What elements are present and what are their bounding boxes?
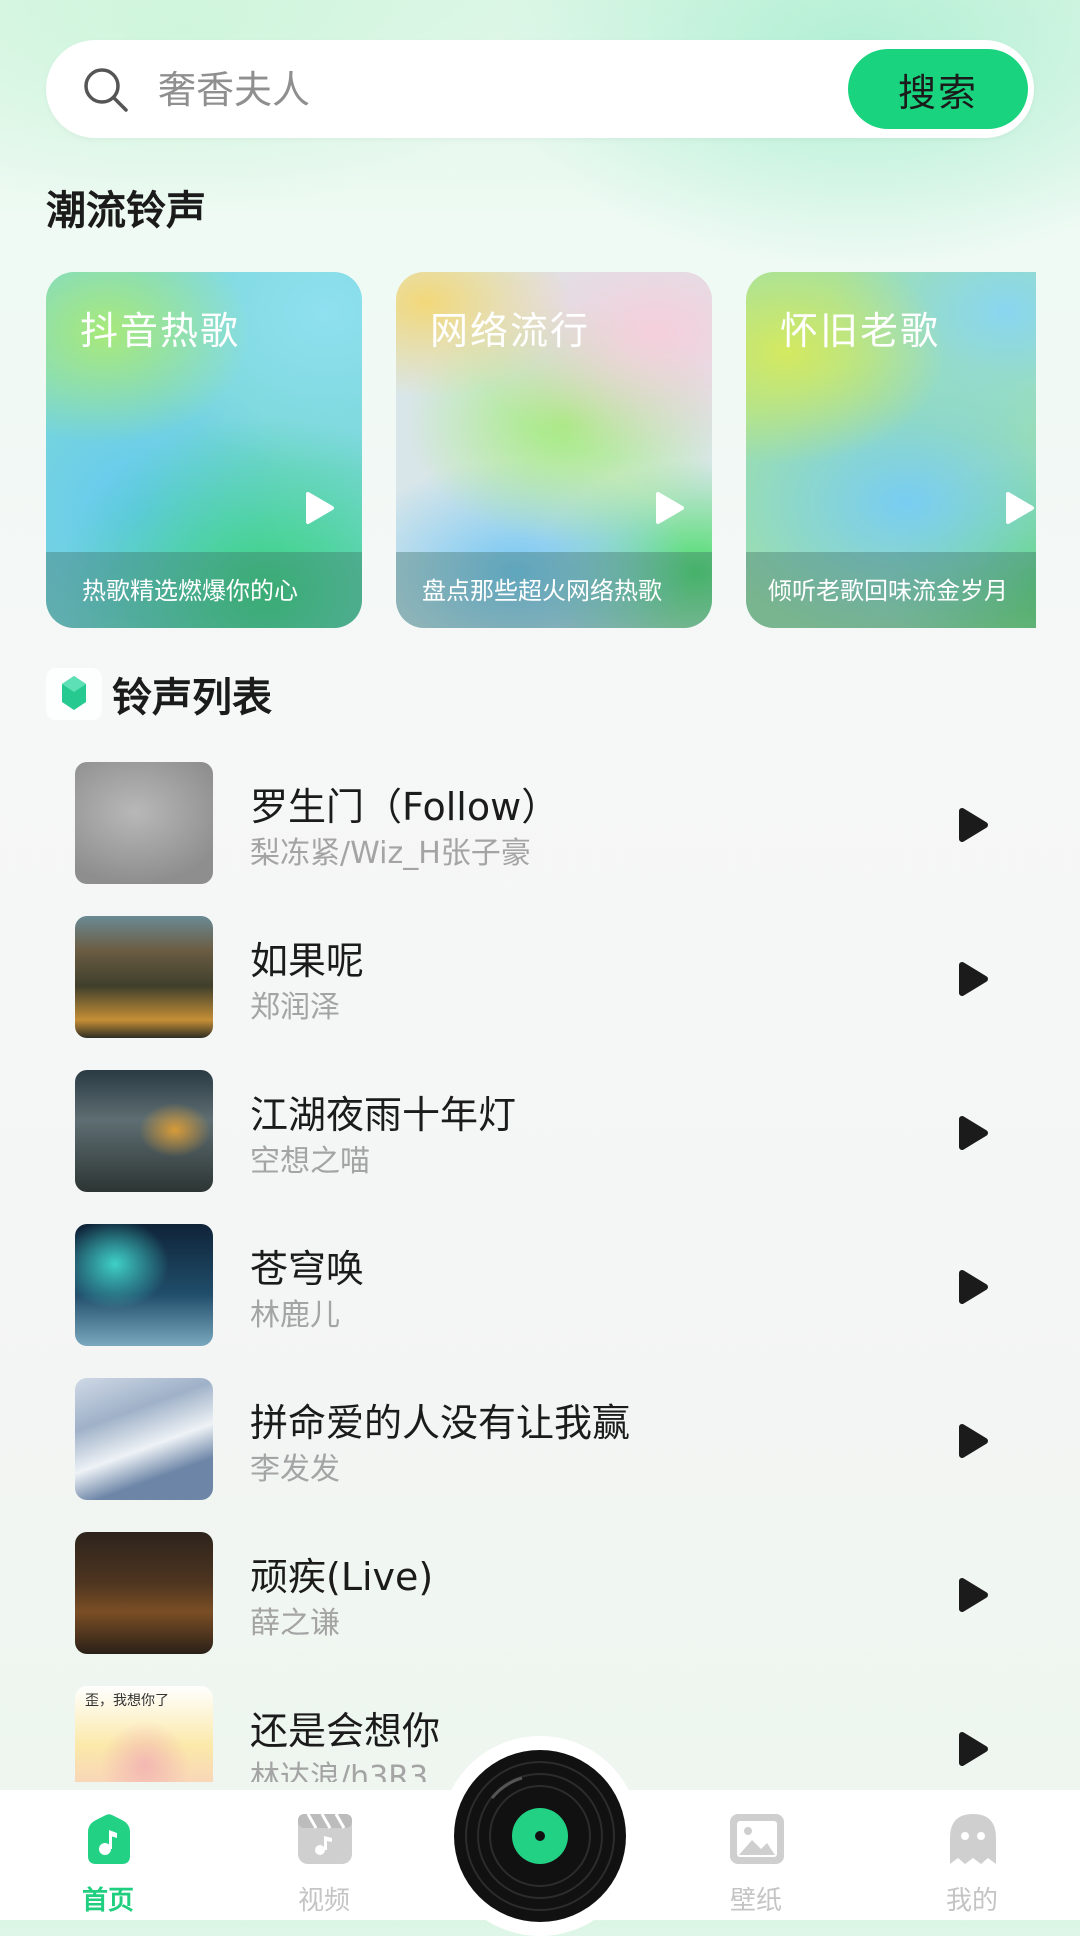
trending-section-title: 潮流铃声	[46, 188, 206, 234]
list-item[interactable]: 苍穹唤 林鹿儿	[0, 1224, 1080, 1348]
song-title: 还是会想你	[250, 1709, 441, 1753]
album-cover: 歪，我想你了	[75, 1686, 213, 1782]
nav-label: 视频	[297, 1886, 350, 1916]
list-item[interactable]: 江湖夜雨十年灯 空想之喵	[0, 1070, 1080, 1194]
song-artist: 郑润泽	[250, 990, 340, 1025]
nav-home[interactable]: 首页	[48, 1790, 168, 1920]
song-artist: 林鹿儿	[250, 1298, 340, 1333]
song-title: 罗生门（Follow）	[250, 785, 560, 829]
play-icon	[1006, 492, 1034, 524]
trending-card-oldies[interactable]: 怀旧老歌 倾听老歌回味流金岁月	[746, 272, 1036, 628]
trending-card-internet[interactable]: 网络流行 盘点那些超火网络热歌	[396, 272, 712, 628]
card-subtitle: 盘点那些超火网络热歌	[422, 577, 662, 605]
play-icon[interactable]	[954, 1422, 990, 1460]
play-icon	[306, 492, 334, 524]
list-item[interactable]: 罗生门（Follow） 梨冻紧/Wiz_H张子豪	[0, 762, 1080, 886]
album-cover	[75, 1532, 213, 1654]
trending-card-douyin[interactable]: 抖音热歌 热歌精选燃爆你的心	[46, 272, 362, 628]
song-artist: 林达浪/h3R3	[250, 1760, 429, 1782]
center-play-button[interactable]	[440, 1736, 640, 1936]
album-cover	[75, 762, 213, 884]
search-bar: 搜索	[46, 40, 1034, 138]
album-cover	[75, 1224, 213, 1346]
song-title: 苍穹唤	[250, 1247, 365, 1291]
card-title: 抖音热歌	[80, 309, 241, 353]
ghost-icon	[950, 1814, 996, 1864]
nav-mine[interactable]: 我的	[912, 1790, 1032, 1920]
list-item[interactable]: 拼命爱的人没有让我赢 李发发	[0, 1378, 1080, 1502]
play-icon[interactable]	[954, 1730, 990, 1768]
nav-label: 壁纸	[729, 1886, 782, 1916]
play-icon[interactable]	[954, 1114, 990, 1152]
song-artist: 薛之谦	[250, 1606, 340, 1641]
nav-wallpaper[interactable]: 壁纸	[696, 1790, 816, 1920]
card-title: 怀旧老歌	[780, 309, 941, 353]
search-input[interactable]	[156, 58, 860, 122]
album-cover	[75, 1378, 213, 1500]
ringtone-list-icon	[46, 668, 102, 720]
search-button[interactable]: 搜索	[848, 49, 1028, 129]
card-subtitle: 热歌精选燃爆你的心	[82, 577, 298, 605]
trending-cards: 抖音热歌 热歌精选燃爆你的心 网络流行 盘点那些超火网络热歌 怀旧老歌 倾听老歌…	[46, 272, 1036, 628]
play-icon[interactable]	[954, 806, 990, 844]
list-item[interactable]: 如果呢 郑润泽	[0, 916, 1080, 1040]
play-icon[interactable]	[954, 960, 990, 998]
vinyl-record-icon	[454, 1750, 626, 1922]
song-artist: 空想之喵	[250, 1144, 370, 1179]
song-list: 罗生门（Follow） 梨冻紧/Wiz_H张子豪 如果呢 郑润泽 江湖夜雨十年灯…	[0, 762, 1080, 1782]
play-icon	[656, 492, 684, 524]
play-icon[interactable]	[954, 1268, 990, 1306]
card-title: 网络流行	[430, 309, 591, 353]
nav-label: 首页	[81, 1886, 134, 1916]
album-cover-text: 歪，我想你了	[85, 1693, 169, 1709]
nav-label: 我的	[945, 1886, 998, 1916]
home-page: 搜索 潮流铃声 抖音热歌 热歌精选燃爆你的心 网络流行 盘点那些超火网络热歌 怀…	[0, 0, 1080, 1936]
song-title: 江湖夜雨十年灯	[250, 1093, 517, 1137]
song-title: 拼命爱的人没有让我赢	[250, 1401, 631, 1445]
song-title: 如果呢	[250, 939, 365, 983]
song-artist: 李发发	[250, 1452, 340, 1487]
album-cover	[75, 1070, 213, 1192]
play-icon[interactable]	[954, 1576, 990, 1614]
image-icon	[730, 1814, 784, 1864]
film-icon	[298, 1813, 352, 1864]
list-item[interactable]: 顽疾(Live) 薛之谦	[0, 1532, 1080, 1656]
search-icon	[84, 68, 128, 112]
card-subtitle: 倾听老歌回味流金岁月	[768, 577, 1008, 605]
nav-video[interactable]: 视频	[264, 1790, 384, 1920]
album-cover	[75, 916, 213, 1038]
song-title: 顽疾(Live)	[250, 1555, 434, 1599]
song-artist: 梨冻紧/Wiz_H张子豪	[250, 836, 531, 871]
ringtone-list-header: 铃声列表	[46, 668, 272, 721]
ringtone-list-title: 铃声列表	[112, 675, 272, 721]
music-note-icon	[88, 1814, 130, 1864]
